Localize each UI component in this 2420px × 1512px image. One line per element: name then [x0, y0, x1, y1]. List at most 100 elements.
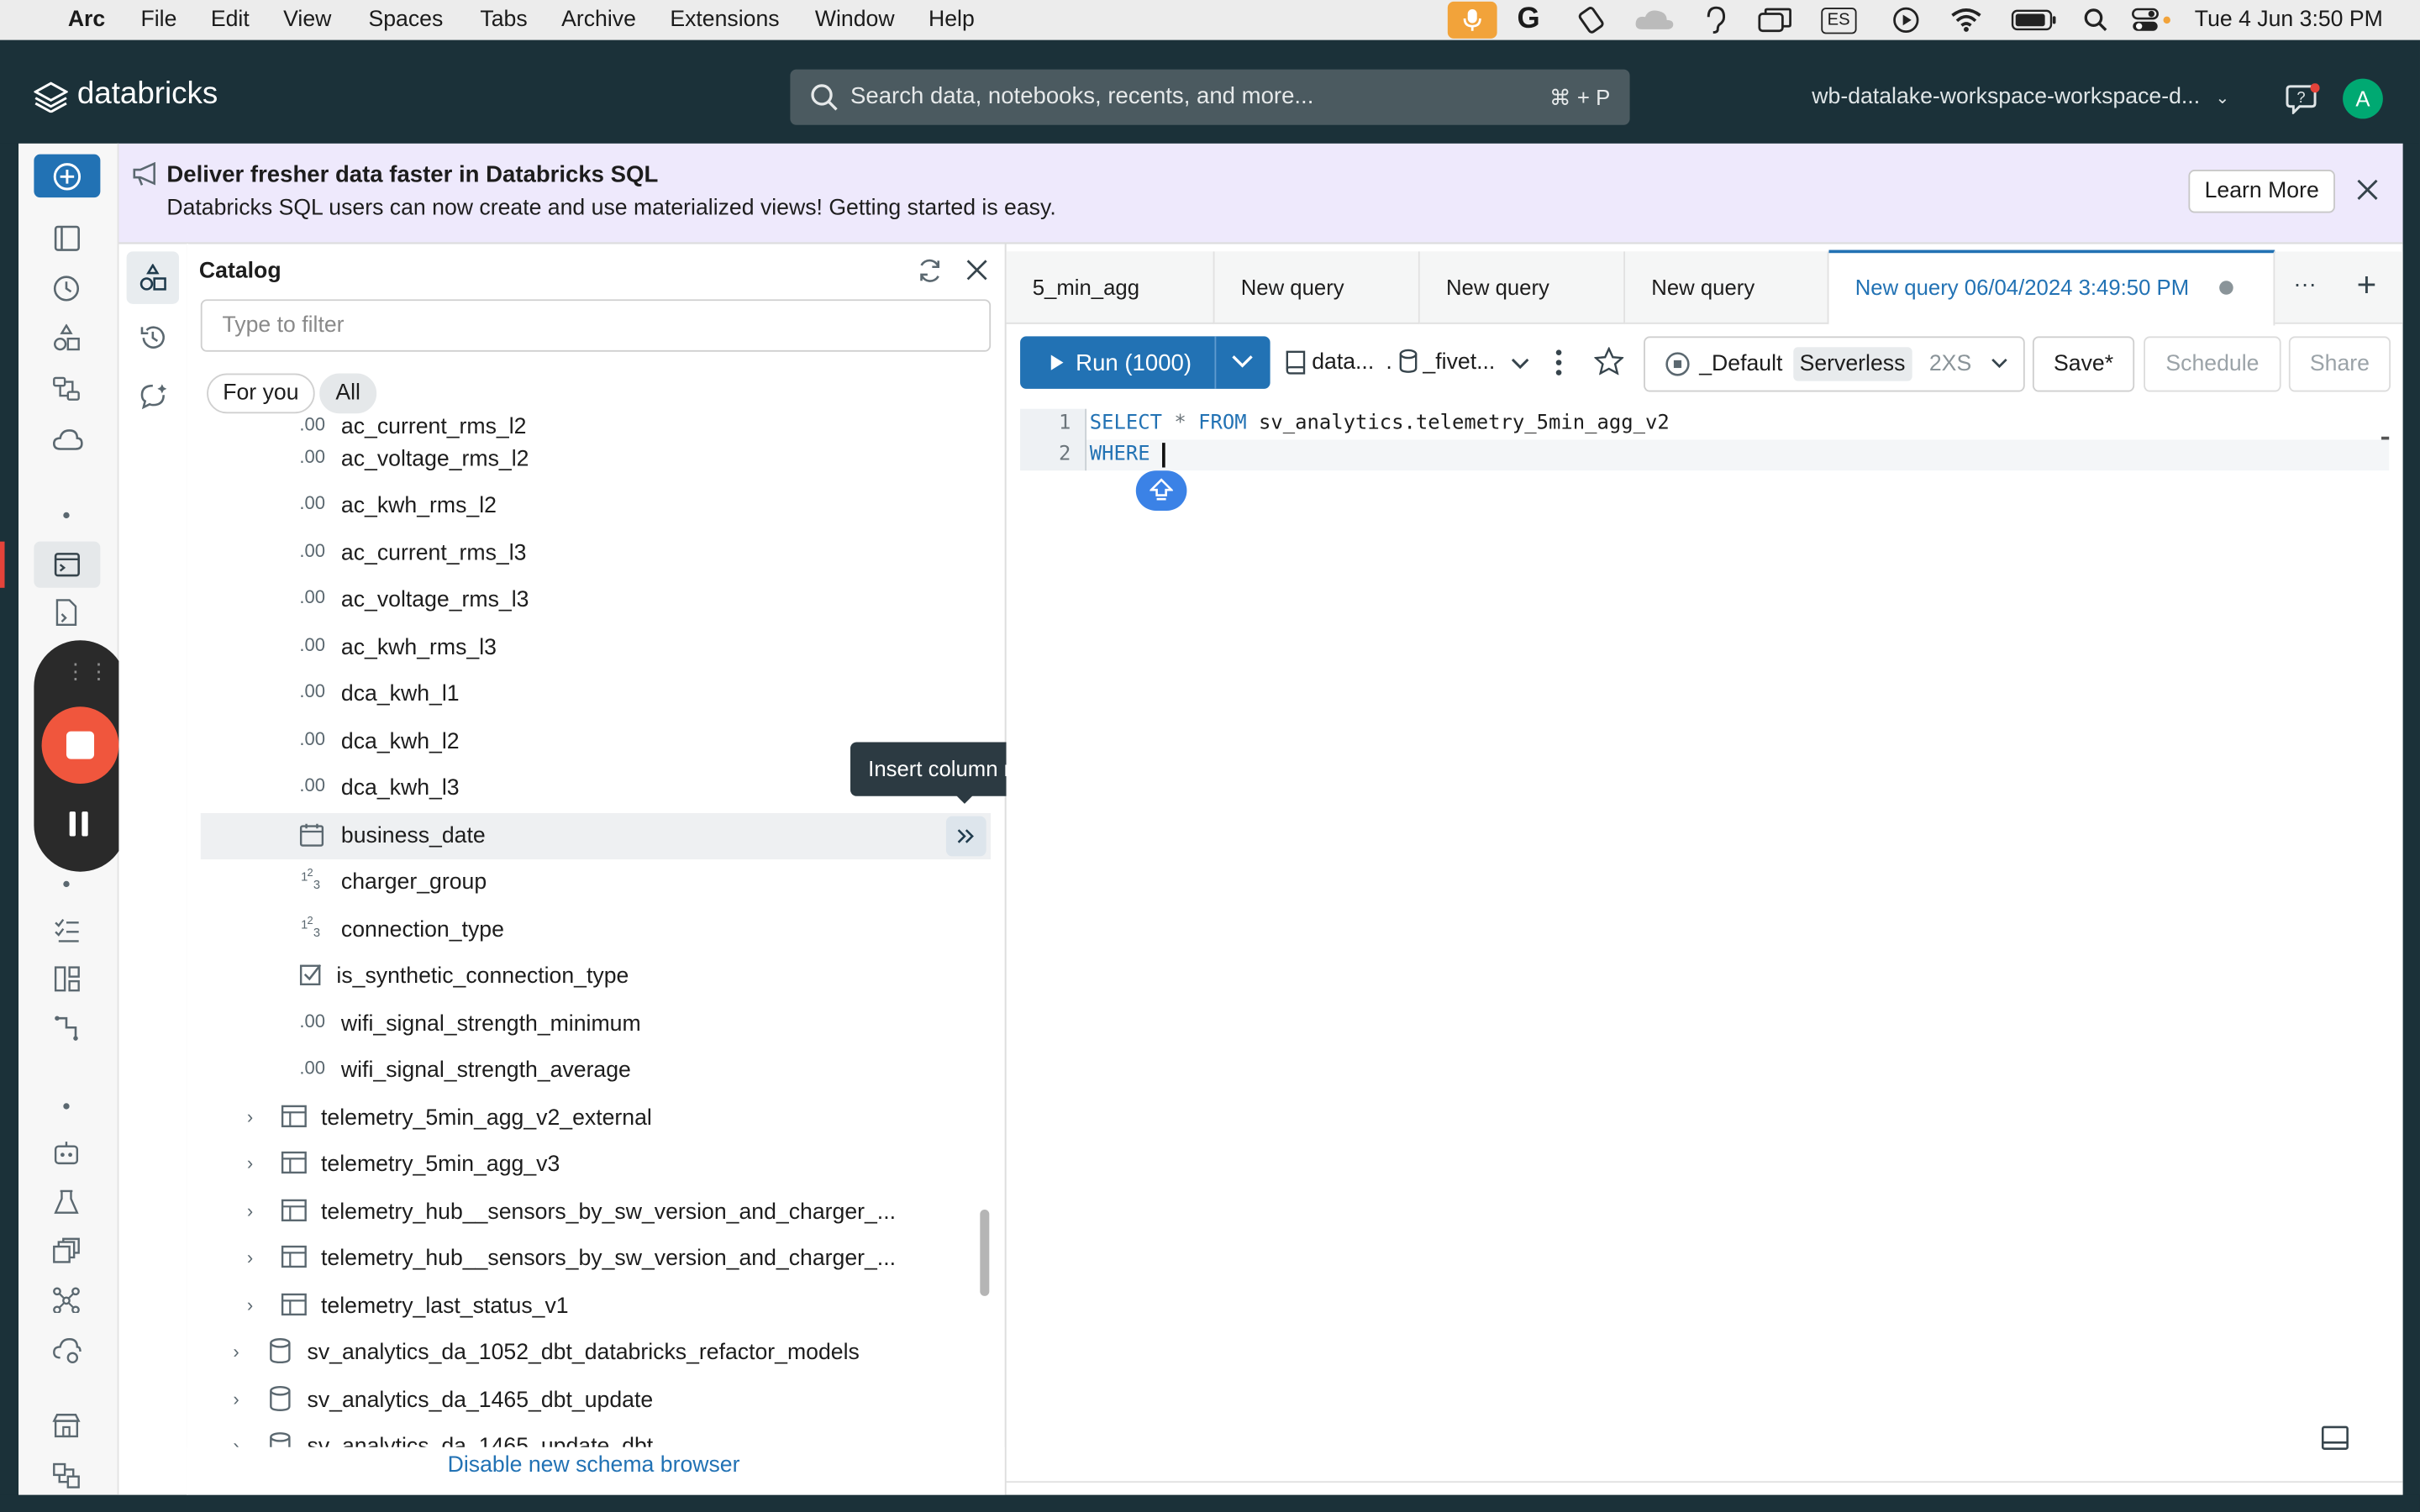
schema-row[interactable]: › sv_analytics_da_1465_update_dbt [201, 1424, 991, 1447]
windows-icon[interactable] [1758, 0, 1791, 40]
chevron-right-icon[interactable]: › [233, 1389, 239, 1410]
playground-bot-icon[interactable] [52, 1140, 80, 1166]
query-tab[interactable]: New query [1419, 251, 1626, 324]
close-icon[interactable] [966, 260, 988, 281]
kebab-menu-icon[interactable] [1555, 349, 1562, 376]
catalog-filter-input[interactable]: Type to filter [200, 299, 992, 352]
query-tab-active[interactable]: New query 06/04/2024 3:49:50 PM [1828, 249, 2275, 326]
new-button[interactable] [34, 154, 101, 198]
features-icon[interactable] [52, 1237, 80, 1263]
table-row[interactable]: › telemetry_hub__sensors_by_sw_version_a… [201, 1189, 991, 1236]
chevron-right-icon[interactable]: › [247, 1106, 253, 1128]
rotate-icon[interactable] [1576, 0, 1607, 40]
queries-icon[interactable] [54, 599, 78, 627]
grammarly-icon[interactable]: G [1517, 0, 1539, 40]
input-source-icon[interactable]: ES [1821, 0, 1856, 40]
chevron-right-icon[interactable]: › [247, 1294, 253, 1316]
assistant-icon[interactable] [139, 383, 168, 411]
experiments-flask-icon[interactable] [54, 1189, 79, 1215]
table-row[interactable]: › telemetry_5min_agg_v3 [201, 1142, 991, 1188]
avatar[interactable]: A [2343, 78, 2383, 119]
menu-file[interactable]: File [140, 8, 176, 32]
star-icon[interactable] [1594, 347, 1624, 375]
column-row[interactable]: .00 dca_kwh_l1 [201, 671, 991, 717]
insert-column-button[interactable] [945, 816, 986, 857]
menu-edit[interactable]: Edit [211, 8, 250, 32]
databricks-logo-text[interactable]: databricks [77, 77, 218, 113]
column-row[interactable]: .00 ac_voltage_rms_l3 [201, 577, 991, 623]
query-tab[interactable]: New query [1625, 251, 1829, 324]
refresh-icon[interactable] [917, 258, 943, 284]
query-tab[interactable]: 5_min_agg [1006, 251, 1215, 324]
schema-selector[interactable]: _fivet... [1398, 345, 1534, 382]
column-row[interactable]: 123 connection_type [201, 907, 991, 953]
more-tabs-icon[interactable]: ··· [2293, 271, 2317, 297]
spotlight-icon[interactable] [2084, 0, 2108, 40]
databricks-logo-icon[interactable] [33, 81, 70, 120]
clock[interactable]: Tue 4 Jun 3:50 PM [2195, 0, 2383, 40]
pill-all[interactable]: All [319, 373, 377, 414]
workspace-selector[interactable]: wb-datalake-workspace-workspace-d... ⌄ [1812, 85, 2229, 109]
autocomplete-trigger-button[interactable] [1135, 470, 1187, 511]
ear-icon[interactable] [1704, 0, 1728, 40]
pause-icon[interactable] [69, 811, 92, 837]
pill-for-you[interactable]: For you [207, 373, 315, 414]
sql-editor-nav-item[interactable] [34, 541, 101, 588]
history-icon[interactable] [139, 324, 166, 352]
catalog-scrollbar[interactable] [980, 1209, 990, 1296]
learn-more-button[interactable]: Learn More [2188, 170, 2335, 213]
pipelines-icon[interactable] [54, 1016, 80, 1042]
schedule-button[interactable]: Schedule [2144, 336, 2281, 392]
code-editor[interactable]: 1 2 SELECT * FROM sv_analytics.telemetry… [1020, 408, 2390, 1489]
recents-icon[interactable] [52, 275, 80, 302]
schema-row[interactable]: › sv_analytics_da_1052_dbt_databricks_re… [201, 1330, 991, 1376]
marketplace-icon[interactable] [52, 1413, 81, 1438]
column-row[interactable]: .00 ac_kwh_rms_l3 [201, 625, 991, 671]
save-button[interactable]: Save* [2032, 336, 2135, 392]
share-button[interactable]: Share [2288, 336, 2391, 392]
stop-recording-button[interactable] [41, 706, 119, 785]
battery-icon[interactable] [2011, 0, 2057, 40]
column-row[interactable]: .00 ac_current_rms_l3 [201, 531, 991, 577]
chevron-right-icon[interactable]: › [247, 1200, 253, 1222]
control-center-icon[interactable] [2131, 0, 2171, 40]
results-panel-toggle-icon[interactable] [2321, 1425, 2349, 1450]
warehouse-selector[interactable]: _Default Serverless 2XS [1644, 336, 2025, 392]
column-row-selected[interactable]: business_date [200, 812, 992, 860]
chevron-right-icon[interactable]: › [247, 1247, 253, 1268]
table-row[interactable]: › telemetry_hub__sensors_by_sw_version_a… [201, 1236, 991, 1282]
chevron-right-icon[interactable]: › [233, 1435, 239, 1447]
menu-archive[interactable]: Archive [561, 8, 636, 32]
wifi-icon[interactable] [1951, 0, 1982, 40]
menu-tabs[interactable]: Tabs [480, 8, 527, 32]
menu-help[interactable]: Help [929, 8, 975, 32]
disable-schema-browser-link[interactable]: Disable new schema browser [448, 1453, 740, 1478]
menu-view[interactable]: View [283, 8, 331, 32]
cloud-icon[interactable] [1633, 0, 1676, 40]
data-ingestion-icon[interactable] [54, 966, 80, 992]
chevron-right-icon[interactable]: › [247, 1152, 253, 1174]
mic-icon[interactable] [1447, 0, 1497, 40]
help-icon[interactable]: ? [2286, 83, 2320, 122]
job-runs-icon[interactable] [54, 918, 80, 942]
table-row[interactable]: › telemetry_5min_agg_v2_external [201, 1095, 991, 1142]
catalog-tab[interactable] [126, 251, 180, 304]
partner-connect-icon[interactable] [52, 1462, 80, 1488]
query-tab[interactable]: New query [1214, 251, 1420, 324]
schema-row[interactable]: › sv_analytics_da_1465_dbt_update [201, 1378, 991, 1424]
column-row[interactable]: .00 wifi_signal_strength_minimum [201, 1001, 991, 1047]
table-row[interactable]: › telemetry_last_status_v1 [201, 1284, 991, 1330]
menu-spaces[interactable]: Spaces [368, 8, 443, 32]
global-search-input[interactable]: Search data, notebooks, recents, and mor… [790, 69, 1630, 125]
column-row[interactable]: is_synthetic_connection_type [201, 953, 991, 1000]
column-row[interactable]: .00 wifi_signal_strength_average [201, 1047, 991, 1094]
add-tab-icon[interactable]: + [2357, 265, 2377, 306]
column-row[interactable]: .00 ac_kwh_rms_l2 [201, 483, 991, 529]
menu-extensions[interactable]: Extensions [670, 8, 779, 32]
compute-cloud-icon[interactable] [52, 428, 83, 452]
serving-icon[interactable] [52, 1337, 82, 1363]
workflows-icon[interactable] [52, 375, 80, 402]
column-row[interactable]: 123 charger_group [201, 859, 991, 906]
menu-app-name[interactable]: Arc [68, 8, 105, 32]
play-icon[interactable] [1892, 0, 1920, 40]
